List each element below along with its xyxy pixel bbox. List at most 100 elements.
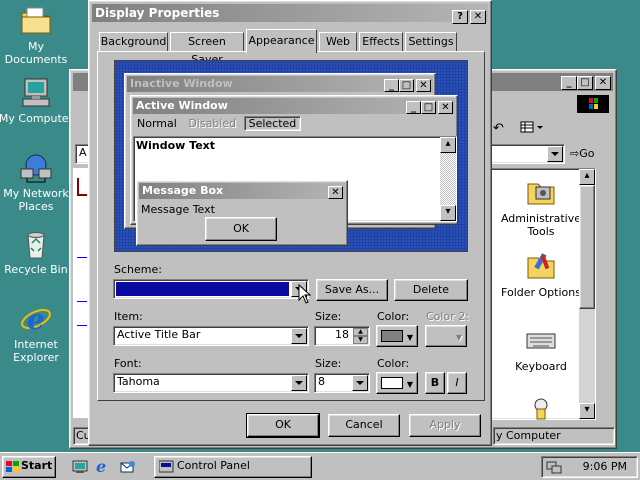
tab-effects[interactable]: Effects [359,32,403,52]
go-button[interactable]: ⇨Go [570,144,610,164]
item-color-label: Color: [377,310,410,323]
preview-inactive-title: Inactive Window [130,77,233,90]
preview-message-box[interactable]: Message Box ✕ Message Text OK [136,180,348,246]
tab-background[interactable]: Background [99,32,168,52]
start-label: Start [21,459,53,472]
font-size-dropdown-arrow[interactable] [352,375,368,391]
item-dropdown-arrow[interactable] [291,328,307,344]
control-panel-icon-view[interactable]: Administrative Tools Folder Options Keyb… [480,168,596,420]
appearance-preview[interactable]: Inactive Window _ □ ✕ Active Window _ □ ✕ No… [114,60,468,252]
save-as-button[interactable]: Save As... [316,279,388,301]
font-dropdown[interactable]: Tahoma [113,373,309,393]
preview-msgbox-ok-button: OK [205,217,277,241]
control-panel-icon [159,460,174,473]
italic-button[interactable]: I [447,372,467,394]
bold-button[interactable]: B [425,372,445,394]
scroll-thumb[interactable] [579,185,595,309]
tab-label: Effects [362,35,400,48]
font-value: Tahoma [117,375,160,388]
show-desktop-icon[interactable] [72,459,88,475]
go-label: Go [579,147,595,160]
maximize-button: □ [421,101,436,114]
address-dropdown-arrow[interactable] [547,146,563,162]
item-size-spinner[interactable]: 18 ▲ ▼ [314,326,370,346]
cp-item-label: Keyboard [515,360,567,373]
apply-label: Apply [429,418,461,431]
scroll-up-button[interactable]: ▴ [579,169,595,185]
font-color-swatch [381,377,403,389]
outlook-express-icon[interactable] [120,459,136,475]
cp-item-keyboard[interactable]: Keyboard [491,323,591,373]
desktop-icon-my-documents[interactable]: My Documents [0,4,75,66]
taskbar-button-control-panel[interactable]: Control Panel [154,456,312,478]
preview-scrollbar: ▴ ▾ [440,137,456,221]
toolbar-back-icon[interactable]: ↶ [493,121,511,137]
recycle-bin-icon [19,227,53,261]
spinner-down-button[interactable]: ▼ [353,336,368,344]
item-color2-button: ▼ [425,325,467,347]
cancel-button[interactable]: Cancel [328,414,400,437]
font-label: Font: [114,357,142,370]
desktop-icon-label: My Computer [0,112,74,125]
tab-web[interactable]: Web [319,32,357,52]
svg-text:e: e [27,303,45,336]
desktop-icon-internet-explorer[interactable]: e Internet Explorer [0,302,75,364]
item-dropdown[interactable]: Active Title Bar [113,326,309,346]
delete-label: Delete [412,283,450,296]
preview-msgbox-buttons: ✕ [328,184,343,200]
preview-active-buttons: _ □ ✕ [406,99,453,115]
cp-item-partial[interactable] [491,395,591,424]
tray-network-icon[interactable] [546,459,562,475]
desktop-icon-recycle-bin[interactable]: Recycle Bin [0,227,75,276]
close-button[interactable]: ✕ [470,10,486,24]
ok-button[interactable]: OK [246,413,320,438]
views-button[interactable] [520,120,548,138]
preview-active-title-bar: Active Window _ □ ✕ [133,98,455,114]
italic-label: I [455,376,459,389]
close-button: ✕ [328,186,343,199]
font-dropdown-arrow[interactable] [291,375,307,391]
windows-logo-icon [6,461,19,472]
tab-label: Settings [408,35,454,48]
keyboard-icon [526,333,556,349]
font-color-label: Color: [377,357,410,370]
internet-explorer-icon[interactable]: e [96,457,106,476]
address-bar-prefix: A [79,146,87,159]
scheme-dropdown[interactable] [113,279,309,299]
delete-button[interactable]: Delete [394,279,468,301]
apply-button: Apply [409,414,481,437]
cp-item-folder-options[interactable]: Folder Options [491,249,591,299]
maximize-button[interactable]: □ [577,76,593,90]
dialog-title-bar[interactable]: Display Properties ? ✕ [92,4,488,24]
clock[interactable]: 9:06 PM [583,459,627,475]
item-color-swatch [381,330,403,342]
minimize-button[interactable]: _ [561,76,577,90]
help-button[interactable]: ? [452,10,468,24]
spinner-up-button[interactable]: ▲ [353,328,368,336]
font-color-button[interactable]: ▼ [376,372,418,394]
cp-item-label: Folder Options [501,286,581,299]
preview-menu-bar: Normal Disabled Selected [133,116,302,132]
desktop-icon-my-network-places[interactable]: My Network Places [0,151,75,213]
preview-scroll-up: ▴ [440,137,456,153]
start-button[interactable]: Start [2,456,56,478]
scroll-down-button[interactable]: ▾ [579,403,595,419]
item-color-button[interactable]: ▼ [376,325,418,347]
network-icon [19,151,53,185]
desktop-icon-my-computer[interactable]: My Computer [0,76,75,125]
tab-settings[interactable]: Settings [405,32,457,52]
close-button: ✕ [438,101,453,114]
control-panel-title-buttons: _ □ ✕ [561,75,611,90]
tab-label: Web [326,35,350,48]
preview-inactive-title-bar: Inactive Window _ □ ✕ [127,76,433,92]
views-icon [520,121,543,133]
vertical-scrollbar[interactable]: ▴ ▾ [579,169,595,419]
tab-appearance[interactable]: Appearance [246,29,317,53]
cp-item-administrative-tools[interactable]: Administrative Tools [491,175,591,238]
tab-screen-saver[interactable]: Screen Saver [170,32,244,66]
desktop-icon-label: My Documents [4,40,68,66]
close-button[interactable]: ✕ [595,76,611,90]
item-value: Active Title Bar [117,328,201,341]
item-label: Item: [114,310,143,323]
font-size-dropdown[interactable]: 8 [314,373,370,393]
